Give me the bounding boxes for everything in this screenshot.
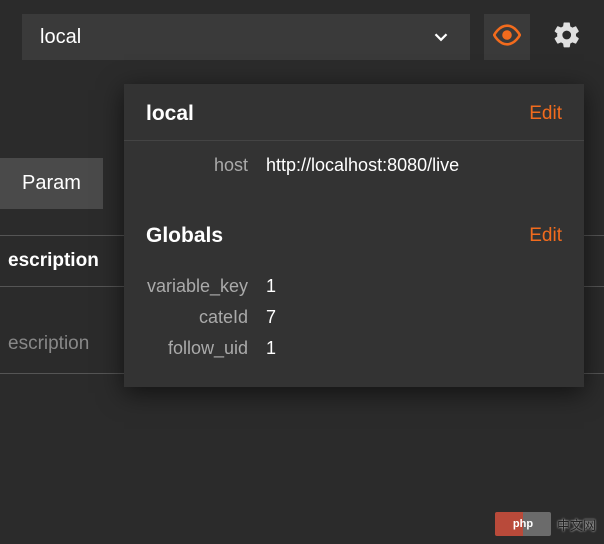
- settings-button[interactable]: [544, 14, 590, 60]
- variable-value: http://localhost:8080/live: [266, 155, 459, 176]
- edit-link[interactable]: Edit: [529, 225, 562, 247]
- top-toolbar: local: [0, 0, 604, 74]
- variable-value: 1: [266, 276, 276, 297]
- popover-section-header: Globals Edit: [124, 204, 584, 262]
- tab-params[interactable]: Param: [0, 158, 103, 209]
- variable-value: 1: [266, 338, 276, 359]
- section-title: Globals: [146, 224, 223, 248]
- eye-icon: [493, 21, 521, 54]
- environment-label: local: [40, 26, 81, 49]
- popover-section-header: local Edit: [124, 84, 584, 141]
- env-variables-list: host http://localhost:8080/live: [124, 141, 584, 204]
- watermark: php 中文网: [495, 512, 596, 536]
- section-title: local: [146, 102, 194, 126]
- variable-key: host: [146, 155, 266, 176]
- quicklook-button[interactable]: [484, 14, 530, 60]
- watermark-text: 中文网: [557, 515, 596, 534]
- variable-row: follow_uid 1: [146, 338, 562, 359]
- edit-link[interactable]: Edit: [529, 103, 562, 125]
- watermark-logo: php: [495, 512, 551, 536]
- environment-selector[interactable]: local: [22, 14, 470, 60]
- variable-value: 7: [266, 307, 276, 328]
- variable-key: follow_uid: [146, 338, 266, 359]
- variable-row: variable_key 1: [146, 276, 562, 297]
- variable-row: cateId 7: [146, 307, 562, 328]
- variable-key: cateId: [146, 307, 266, 328]
- global-variables-list: variable_key 1 cateId 7 follow_uid 1: [124, 262, 584, 387]
- environment-quicklook-popover: local Edit host http://localhost:8080/li…: [124, 84, 584, 387]
- variable-key: variable_key: [146, 276, 266, 297]
- gear-icon: [552, 20, 582, 55]
- chevron-down-icon: [430, 26, 452, 48]
- variable-row: host http://localhost:8080/live: [146, 155, 562, 176]
